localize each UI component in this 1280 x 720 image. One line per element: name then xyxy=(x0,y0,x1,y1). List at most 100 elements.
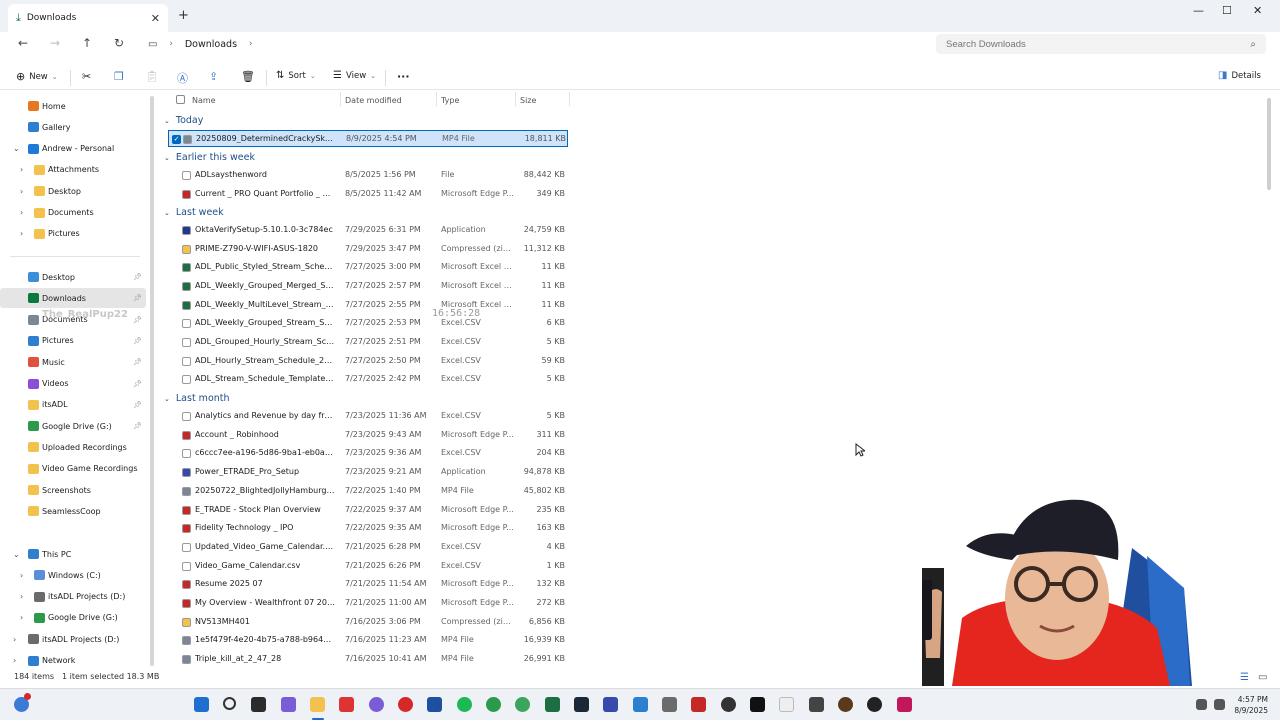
app-icon[interactable] xyxy=(867,697,882,712)
sidebar-item-home[interactable]: Home xyxy=(0,96,146,116)
table-row[interactable]: Account _ Robinhood 7/23/2025 9:43 AM Micr… xyxy=(168,427,568,444)
close-tab-icon[interactable]: ✕ xyxy=(151,12,160,25)
sidebar-item-andrew-personal[interactable]: ⌄ Andrew - Personal xyxy=(0,139,146,159)
table-row[interactable]: ADL_Public_Styled_Stream_Schedule_... 7/2… xyxy=(168,259,568,276)
table-row[interactable]: ADL_Weekly_MultiLevel_Stream_Sche... 7/27… xyxy=(168,297,568,314)
sidebar-item-documents[interactable]: › Documents xyxy=(0,203,146,223)
app-icon[interactable] xyxy=(427,697,442,712)
table-row[interactable]: Updated_Video_Game_Calendar.csv 7/21/2025… xyxy=(168,539,568,556)
table-row[interactable]: NV513MH401 7/16/2025 3:06 PM Compressed (z… xyxy=(168,614,568,631)
sidebar-item-screenshots[interactable]: Screenshots xyxy=(0,480,146,500)
more-options-icon[interactable]: ··· xyxy=(397,70,410,83)
table-row[interactable]: ADL_Stream_Schedule_Template_2025... 7/27… xyxy=(168,371,568,388)
select-all-checkbox[interactable] xyxy=(176,95,185,104)
table-row[interactable]: 1e5f479f-4e20-4b75-a788-b9647d3450f5 7/16… xyxy=(168,632,568,649)
chrome-icon[interactable] xyxy=(486,697,501,712)
details-button[interactable]: ◨ Details xyxy=(1218,70,1261,81)
notepad-icon[interactable] xyxy=(779,697,794,712)
rename-icon[interactable]: Ⓐ xyxy=(177,70,188,86)
vscode-icon[interactable] xyxy=(633,697,648,712)
app-icon[interactable] xyxy=(691,697,706,712)
discord-icon[interactable] xyxy=(369,697,384,712)
group-header-earlier[interactable]: ⌄ Earlier this week xyxy=(164,152,255,163)
table-row[interactable]: Analytics and Revenue by day from Ju... 7… xyxy=(168,408,568,425)
forward-arrow-icon[interactable]: → xyxy=(50,36,60,50)
app-icon[interactable] xyxy=(603,697,618,712)
sidebar-item-this-pc[interactable]: ⌄ This PC xyxy=(0,544,146,564)
table-row[interactable]: Resume 2025 07 7/21/2025 11:54 AM Microsof… xyxy=(168,576,568,593)
chevron-down-icon[interactable]: ⌄ xyxy=(13,144,20,153)
details-view-icon[interactable]: ☰ xyxy=(1240,672,1249,683)
task-view-icon[interactable] xyxy=(251,697,266,712)
row-checkbox[interactable]: ✓ xyxy=(172,135,181,144)
sidebar-item-uploaded-recordings[interactable]: Uploaded Recordings xyxy=(0,437,146,457)
tiktok-icon[interactable] xyxy=(750,697,765,712)
sort-button[interactable]: ⇅ Sort ⌄ xyxy=(276,70,316,81)
column-header-size[interactable]: Size xyxy=(520,96,536,105)
search-box[interactable]: ⌕ xyxy=(936,34,1266,54)
cut-icon[interactable]: ✂ xyxy=(82,70,91,83)
table-row[interactable]: Power_ETRADE_Pro_Setup 7/23/2025 9:21 AM A… xyxy=(168,464,568,481)
volume-icon[interactable] xyxy=(1214,699,1225,710)
app-icon[interactable] xyxy=(897,697,912,712)
chevron-right-icon[interactable]: › xyxy=(20,229,23,238)
search-input[interactable] xyxy=(946,38,1251,50)
start-icon[interactable] xyxy=(194,697,209,712)
breadcrumb-downloads[interactable]: Downloads xyxy=(185,39,237,50)
breadcrumb[interactable]: ▭ › Downloads › xyxy=(142,34,926,54)
nav-scrollbar[interactable] xyxy=(149,96,155,668)
sidebar-item-itsadl-projects-d[interactable]: › itsADL Projects (D:) xyxy=(0,587,146,607)
chevron-right-icon[interactable]: › xyxy=(20,571,23,580)
chevron-right-icon[interactable]: › xyxy=(20,187,23,196)
app-icon[interactable] xyxy=(662,697,677,712)
chevron-right-icon[interactable]: › xyxy=(20,165,23,174)
maximize-button[interactable]: ☐ xyxy=(1222,4,1232,17)
close-window-button[interactable]: ✕ xyxy=(1253,4,1262,17)
group-header-today[interactable]: ⌄ Today xyxy=(164,115,203,126)
table-row[interactable]: PRIME-Z790-V-WIFI-ASUS-1820 7/29/2025 3:4… xyxy=(168,241,568,258)
tray-time[interactable]: 4:57 PM xyxy=(1228,695,1268,704)
table-row[interactable]: 20250722_BlightedJollyHamburgerPri... 7/2… xyxy=(168,483,568,500)
sidebar-item-itsadl[interactable]: itsADL 📌︎ xyxy=(0,395,146,415)
sidebar-item-pictures[interactable]: Pictures 📌︎ xyxy=(0,331,146,351)
steam-icon[interactable] xyxy=(574,697,589,712)
column-header-date[interactable]: Date modified xyxy=(345,96,402,105)
app-icon[interactable] xyxy=(809,697,824,712)
chevron-right-icon[interactable]: › xyxy=(13,635,16,644)
table-row[interactable]: Current _ PRO Quant Portfolio _ Seeki...… xyxy=(168,186,568,203)
spotify-icon[interactable] xyxy=(457,697,472,712)
column-divider[interactable] xyxy=(436,92,437,106)
up-arrow-icon[interactable]: ↑ xyxy=(82,36,92,50)
copy-icon[interactable]: ❐ xyxy=(114,70,124,83)
sidebar-item-attachments[interactable]: › Attachments xyxy=(0,160,146,180)
back-arrow-icon[interactable]: ← xyxy=(18,36,28,50)
delete-icon[interactable]: 🗑︎ xyxy=(241,70,255,83)
sidebar-item-gallery[interactable]: Gallery xyxy=(0,117,146,137)
tray-date[interactable]: 8/9/2025 xyxy=(1228,706,1268,715)
copilot-icon[interactable] xyxy=(281,697,296,712)
chevron-right-icon[interactable]: › xyxy=(20,613,23,622)
sidebar-item-pictures[interactable]: › Pictures xyxy=(0,224,146,244)
paste-icon[interactable]: 📋︎ xyxy=(145,70,159,83)
new-button[interactable]: ⊕ New ⌄ xyxy=(16,70,58,83)
file-explorer-icon[interactable] xyxy=(310,697,325,712)
sidebar-item-seamlesscoop[interactable]: SeamlessCoop xyxy=(0,501,146,521)
sidebar-item-videos[interactable]: Videos 📌︎ xyxy=(0,374,146,394)
sidebar-item-video-game-recordings[interactable]: Video Game Recordings xyxy=(0,459,146,479)
sidebar-item-google-drive-g[interactable]: › Google Drive (G:) xyxy=(0,608,146,628)
table-row[interactable]: E_TRADE - Stock Plan Overview 7/22/2025 9… xyxy=(168,502,568,519)
table-row[interactable]: ADL_Weekly_Grouped_Merged_Strea... 7/27/2… xyxy=(168,278,568,295)
list-scrollbar[interactable] xyxy=(1266,96,1272,668)
table-row[interactable]: c6ccc7ee-a196-5d86-9ba1-eb0abefe18... 7/2… xyxy=(168,445,568,462)
tiles-view-icon[interactable]: ▭ xyxy=(1258,672,1267,683)
chevron-right-icon[interactable]: › xyxy=(13,656,16,665)
sidebar-item-itsadl-projects-d[interactable]: › itsADL Projects (D:) xyxy=(0,629,146,649)
app-icon[interactable] xyxy=(838,697,853,712)
tab-downloads[interactable]: ⤓ Downloads ✕ xyxy=(8,4,168,32)
chrome-icon[interactable] xyxy=(515,697,530,712)
table-row[interactable]: Triple_kill_at_2_47_28 7/16/2025 10:41 AM… xyxy=(168,651,568,668)
excel-icon[interactable] xyxy=(545,697,560,712)
app-icon[interactable] xyxy=(398,697,413,712)
sidebar-item-google-drive-g[interactable]: Google Drive (G:) 📌︎ xyxy=(0,416,146,436)
network-icon[interactable] xyxy=(1196,699,1207,710)
